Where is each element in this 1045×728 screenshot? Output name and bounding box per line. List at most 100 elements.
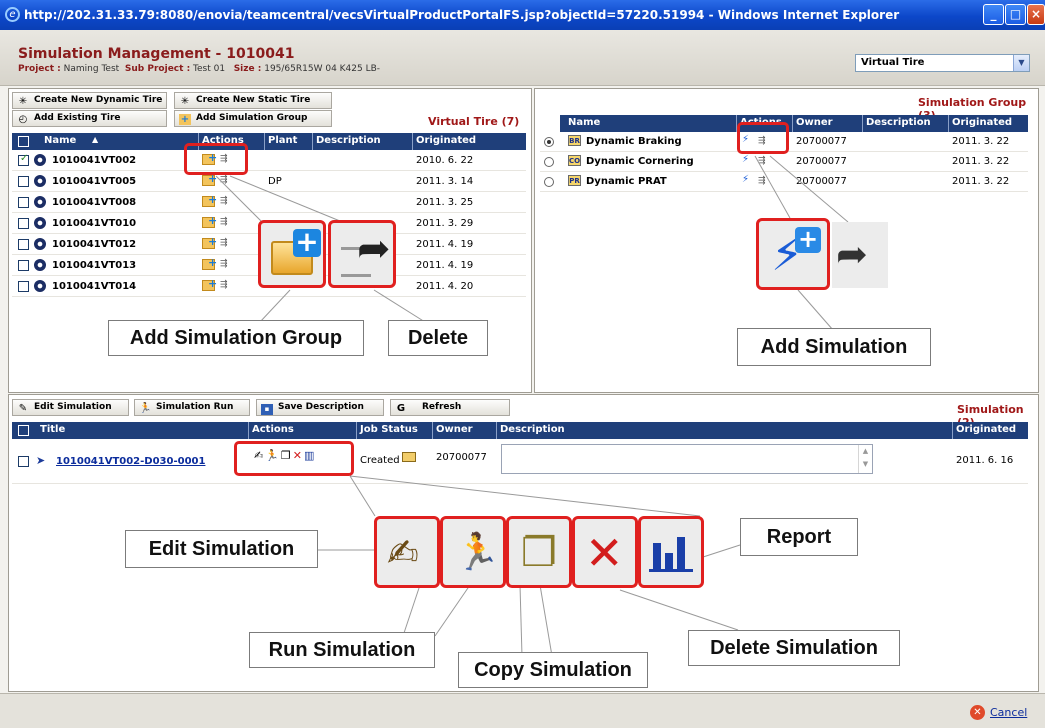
row-checkbox[interactable] (18, 218, 29, 229)
col-name[interactable]: Name (44, 135, 76, 146)
tire-name[interactable]: 1010041VT013 (52, 260, 136, 271)
simulation-actions-highlight (234, 441, 354, 476)
tire-name[interactable]: 1010041VT008 (52, 197, 136, 208)
ie-logo-icon: e (5, 7, 20, 22)
run-simulation-callout: Run Simulation (249, 632, 435, 668)
group-name[interactable]: Dynamic Cornering (586, 156, 694, 167)
job-status: Created (360, 455, 400, 466)
tire-name[interactable]: 1010041VT005 (52, 176, 136, 187)
add-simulation-group-toolbar-button[interactable]: + Add Simulation Group (174, 110, 332, 127)
refresh-add-icon: ◴ (18, 114, 28, 125)
col-plant: Plant (268, 135, 298, 146)
col-job-status: Job Status (360, 424, 418, 435)
group-table-header: Name Actions Owner Description Originate… (560, 115, 1028, 132)
table-row: ➤ 1010041VT002-D030-0001 ✍🏃❐✕▥ Created 2… (12, 440, 1028, 484)
chevron-down-icon[interactable]: ▼ (1013, 55, 1029, 71)
save-description-button[interactable]: ▪ Save Description (256, 399, 384, 416)
row-checkbox[interactable] (18, 176, 29, 187)
row-checkbox[interactable] (18, 281, 29, 292)
page-title: Simulation Management - 1010041 (18, 46, 295, 62)
tire-icon (34, 259, 46, 271)
add-simulation-icon[interactable]: ⚡ (742, 174, 749, 185)
select-all-checkbox[interactable] (18, 136, 29, 147)
row-checkbox[interactable] (18, 197, 29, 208)
group-actions-highlight (737, 122, 789, 154)
table-row: ✓ 1010041VT002 ⇶ 2010. 6. 22 (12, 150, 526, 171)
maximize-button[interactable]: □ (1005, 4, 1026, 25)
cancel-link[interactable]: Cancel (990, 706, 1027, 719)
col-description: Description (866, 117, 931, 128)
col-title: Title (40, 424, 66, 435)
view-select[interactable]: Virtual Tire ▼ (855, 54, 1030, 72)
delete-big-icon: ➦ (328, 220, 396, 288)
tire-name[interactable]: 1010041VT010 (52, 218, 136, 229)
delete-icon[interactable]: ⇶ (220, 259, 231, 269)
copy-simulation-big-icon: ❐ (506, 516, 572, 588)
tire-name[interactable]: 1010041VT014 (52, 281, 136, 292)
add-simulation-group-icon[interactable] (202, 172, 217, 186)
simulation-title-link[interactable]: 1010041VT002-D030-0001 (56, 456, 205, 467)
add-existing-tire-button[interactable]: ◴ Add Existing Tire (12, 110, 167, 127)
run-simulation-big-icon: 🏃 (440, 516, 506, 588)
tire-name[interactable]: 1010041VT002 (52, 155, 136, 166)
edit-simulation-button[interactable]: ✎ Edit Simulation (12, 399, 129, 416)
originated: 2011. 6. 16 (956, 455, 1014, 466)
textarea-scrollbar[interactable]: ▲ ▼ (858, 445, 872, 473)
refresh-button[interactable]: G Refresh (390, 399, 510, 416)
edit-simulation-big-icon: ✍ (374, 516, 440, 588)
add-simulation-group-icon[interactable] (202, 214, 217, 228)
col-name: Name (568, 117, 601, 128)
runner-icon: 🏃 (139, 403, 152, 414)
simulation-run-button[interactable]: 🏃 Simulation Run (134, 399, 250, 416)
row-checkbox[interactable] (18, 239, 29, 250)
add-simulation-group-icon[interactable] (202, 235, 217, 249)
delete-icon[interactable]: ⇶ (758, 176, 769, 186)
delete-icon[interactable]: ⇶ (220, 280, 231, 290)
report-big-icon (638, 516, 704, 588)
delete-icon[interactable]: ⇶ (758, 156, 769, 166)
delete-group-faded-icon: ➦ (832, 222, 888, 288)
group-name[interactable]: Dynamic Braking (586, 136, 682, 147)
close-button[interactable]: × (1027, 4, 1045, 25)
window-title: http://202.31.33.79:8080/enovia/teamcent… (24, 8, 900, 22)
refresh-icon: G (396, 403, 406, 414)
row-radio[interactable] (544, 137, 554, 147)
create-dynamic-tire-button[interactable]: ✳ Create New Dynamic Tire (12, 92, 167, 109)
delete-icon[interactable]: ⇶ (220, 238, 231, 248)
originated: 2011. 4. 20 (416, 281, 474, 292)
col-owner: Owner (436, 424, 473, 435)
folder-add-icon: + (179, 114, 191, 125)
select-all-checkbox[interactable] (18, 425, 29, 436)
cancel-icon[interactable]: ✕ (970, 705, 985, 720)
tire-icon (34, 280, 46, 292)
group-type-icon: CO (568, 155, 581, 166)
delete-icon[interactable]: ⇶ (220, 217, 231, 227)
group-name[interactable]: Dynamic PRAT (586, 176, 667, 187)
minimize-button[interactable]: _ (983, 4, 1004, 25)
add-simulation-group-icon[interactable] (202, 193, 217, 207)
add-simulation-icon[interactable]: ⚡ (742, 154, 749, 165)
table-row: CO Dynamic Cornering ⚡ ⇶ 20700077 2011. … (540, 152, 1028, 172)
tire-name[interactable]: 1010041VT012 (52, 239, 136, 250)
row-checkbox[interactable] (18, 260, 29, 271)
row-checkbox[interactable] (18, 456, 29, 467)
page-footer (0, 693, 1045, 728)
floppy-disk-icon: ▪ (261, 404, 273, 415)
col-originated: Originated (416, 135, 477, 146)
delete-icon[interactable]: ⇶ (220, 175, 231, 185)
originated: 2011. 3. 22 (952, 156, 1010, 167)
delete-icon[interactable]: ⇶ (220, 196, 231, 206)
col-originated: Originated (952, 117, 1013, 128)
table-row: PR Dynamic PRAT ⚡ ⇶ 20700077 2011. 3. 22 (540, 172, 1028, 192)
add-simulation-group-icon[interactable] (202, 256, 217, 270)
add-simulation-group-icon[interactable] (202, 277, 217, 291)
book-icon (402, 452, 416, 462)
project-info: Project : Naming Test Sub Project : Test… (18, 64, 381, 74)
tire-icon (34, 175, 46, 187)
row-radio[interactable] (544, 157, 554, 167)
row-checkbox[interactable]: ✓ (18, 153, 29, 166)
description-textarea[interactable]: ▲ ▼ (501, 444, 873, 474)
row-radio[interactable] (544, 177, 554, 187)
sort-asc-icon: ▲ (92, 135, 99, 144)
create-static-tire-button[interactable]: ✳ Create New Static Tire (174, 92, 332, 109)
